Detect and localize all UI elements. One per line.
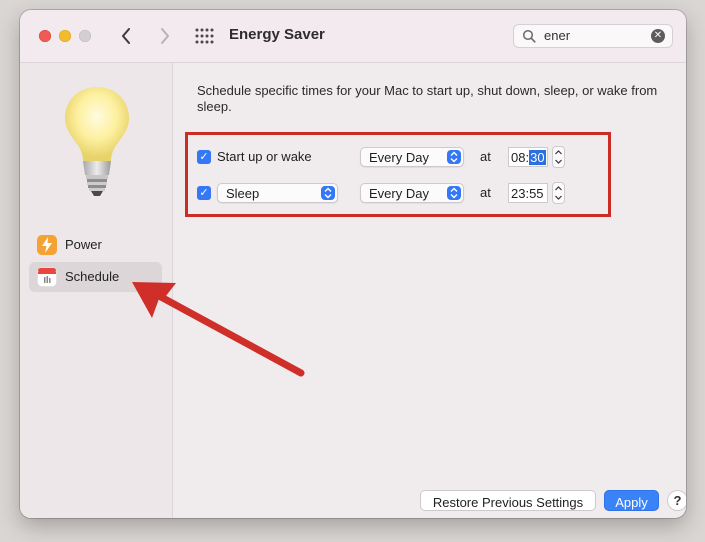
energy-saver-window: Energy Saver ✕ (20, 10, 686, 518)
sidebar-item-schedule[interactable]: Schedule (29, 262, 162, 292)
search-field[interactable]: ✕ (513, 24, 673, 48)
clear-icon[interactable]: ✕ (651, 29, 665, 43)
title-bar: Energy Saver ✕ (20, 10, 686, 63)
calendar-icon (37, 267, 57, 287)
lightbulb-icon (65, 87, 129, 196)
zoom-icon[interactable] (79, 30, 91, 42)
startup-label: Start up or wake (217, 149, 312, 164)
restore-previous-settings-button[interactable]: Restore Previous Settings (420, 490, 596, 511)
startup-frequency-select[interactable]: Every Day (360, 147, 464, 167)
startup-row: ✓ Start up or wake Every Day at 08:30 (197, 146, 577, 170)
schedule-panel: Schedule specific times for your Mac to … (173, 63, 686, 518)
sleep-time-stepper[interactable] (552, 182, 565, 204)
back-button[interactable] (116, 24, 138, 48)
startup-checkbox[interactable]: ✓ (197, 150, 211, 164)
minimize-icon[interactable] (59, 30, 71, 42)
sidebar-item-label: Power (65, 237, 102, 252)
window-title: Energy Saver (229, 26, 325, 43)
updown-arrows-icon (447, 186, 461, 200)
startup-time-field[interactable]: 08:30 (508, 147, 548, 167)
schedule-description: Schedule specific times for your Mac to … (197, 83, 658, 114)
chevron-right-icon (161, 28, 169, 44)
help-button[interactable]: ? (667, 490, 686, 511)
grid-icon (195, 28, 214, 44)
updown-arrows-icon (447, 150, 461, 164)
sleep-checkbox[interactable]: ✓ (197, 186, 211, 200)
show-all-button[interactable] (194, 27, 214, 45)
search-input[interactable] (544, 28, 644, 43)
time-minutes-selected[interactable]: 30 (529, 150, 546, 165)
sleep-action-select[interactable]: Sleep (217, 183, 338, 203)
sleep-row: ✓ Sleep Every Day at 23:55 (197, 182, 577, 206)
search-icon (522, 29, 536, 43)
at-label: at (480, 185, 491, 200)
updown-arrows-icon (321, 186, 335, 200)
close-icon[interactable] (39, 30, 51, 42)
forward-button[interactable] (154, 24, 176, 48)
apply-button[interactable]: Apply (604, 490, 659, 511)
sidebar-item-label: Schedule (65, 269, 120, 284)
at-label: at (480, 149, 491, 164)
lightning-icon (37, 235, 57, 255)
time-hours: 08 (511, 150, 526, 165)
chevron-left-icon (122, 28, 130, 44)
sidebar: Power Schedule (20, 63, 173, 518)
sleep-time-field[interactable]: 23:55 (508, 183, 548, 203)
sidebar-item-power[interactable]: Power (29, 230, 162, 260)
sleep-frequency-select[interactable]: Every Day (360, 183, 464, 203)
startup-time-stepper[interactable] (552, 146, 565, 168)
